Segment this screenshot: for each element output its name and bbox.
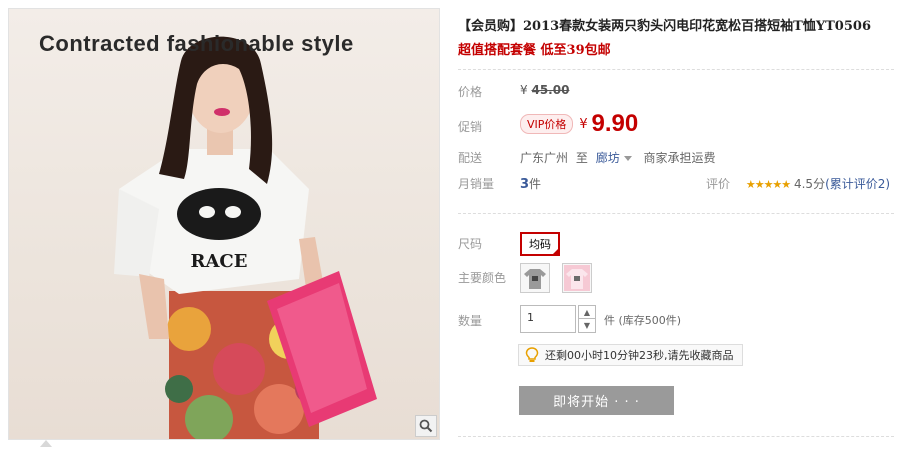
- sales-unit: 件: [529, 177, 542, 191]
- quantity-stepper[interactable]: ▲ ▼: [578, 305, 596, 333]
- color-label: 主要颜色: [458, 271, 507, 285]
- promo-price: 9.90: [591, 110, 639, 137]
- star-rating-icon: ★★★★★: [745, 178, 791, 191]
- quantity-input[interactable]: 1: [520, 305, 576, 333]
- rating-score: 4.5分: [793, 177, 826, 191]
- review-count-link[interactable]: (累计评价2): [825, 177, 890, 191]
- svg-text:RACE: RACE: [191, 251, 248, 272]
- sales-value: 3件: [520, 175, 541, 192]
- color-option-gray[interactable]: [520, 263, 550, 293]
- size-options: 均码: [520, 232, 560, 256]
- sales-count: 3: [520, 177, 530, 192]
- promo-value: VIP价格 ¥ 9.90: [520, 110, 638, 138]
- promo-currency: ¥: [579, 116, 588, 132]
- divider: [458, 213, 894, 214]
- product-main-image[interactable]: Contracted fashionable style RACE: [8, 8, 440, 440]
- quantity-label: 数量: [458, 314, 483, 328]
- countdown-text: 还剩00小时10分钟23秒,请先收藏商品: [545, 349, 734, 362]
- lightbulb-icon: [525, 347, 539, 362]
- image-caption: Contracted fashionable style: [39, 31, 354, 56]
- shipping-value: 广东广州 至 廊坊 商家承担运费: [520, 149, 716, 166]
- product-subtitle: 超值搭配套餐 低至39包邮: [458, 43, 611, 58]
- pink-tshirt-icon: [563, 265, 590, 291]
- shipping-label: 配送: [458, 151, 483, 165]
- divider: [458, 69, 894, 70]
- color-options: [520, 263, 600, 293]
- divider: [458, 436, 894, 437]
- selected-check-icon: [551, 247, 560, 256]
- zoom-button[interactable]: [415, 415, 437, 437]
- thumbnail-indicator-icon: [40, 440, 52, 447]
- magnifier-icon: [419, 419, 433, 433]
- size-option-label: 均码: [529, 238, 551, 251]
- decrease-arrow-icon[interactable]: ▼: [579, 319, 595, 332]
- stock-count: (库存500件): [618, 314, 682, 327]
- product-page: Contracted fashionable style RACE 【会员购】2…: [0, 0, 900, 450]
- increase-arrow-icon[interactable]: ▲: [579, 306, 595, 319]
- size-label: 尺码: [458, 237, 483, 251]
- chevron-down-icon[interactable]: [623, 156, 632, 161]
- quantity-row: 数量 1 ▲ ▼ 件 (库存500件): [458, 305, 894, 335]
- rating-label: 评价: [706, 177, 731, 191]
- coming-soon-button[interactable]: 即将开始 · · ·: [519, 386, 674, 415]
- color-option-pink[interactable]: [561, 263, 592, 293]
- gray-tshirt-icon: [524, 269, 546, 289]
- shipping-to-word: 至: [575, 151, 588, 165]
- price-label: 价格: [458, 85, 483, 99]
- rating: 评价 ★★★★★ 4.5分(累计评价2): [706, 175, 890, 192]
- size-option-selected[interactable]: 均码: [520, 232, 560, 256]
- promo-label: 促销: [458, 120, 483, 134]
- price-currency: ¥: [520, 83, 528, 97]
- shipping-note: 商家承担运费: [643, 151, 716, 165]
- product-title: 【会员购】2013春款女装两只豹头闪电印花宽松百搭短袖T恤YT0506: [458, 19, 871, 34]
- shipping-from: 广东广州: [520, 151, 569, 165]
- original-price: 45.00: [531, 83, 570, 97]
- vip-badge: VIP价格: [520, 114, 574, 134]
- stock-info: 件 (库存500件): [604, 312, 681, 328]
- product-info: 【会员购】2013春款女装两只豹头闪电印花宽松百搭短袖T恤YT0506 超值搭配…: [458, 18, 894, 60]
- shipping-destination[interactable]: 廊坊: [596, 151, 620, 165]
- quantity-unit: 件: [604, 314, 615, 327]
- model-photo: RACE: [114, 36, 377, 439]
- price-value: ¥ 45.00: [520, 83, 569, 97]
- countdown-notice: 还剩00小时10分钟23秒,请先收藏商品: [518, 344, 743, 366]
- sales-label: 月销量: [458, 177, 495, 191]
